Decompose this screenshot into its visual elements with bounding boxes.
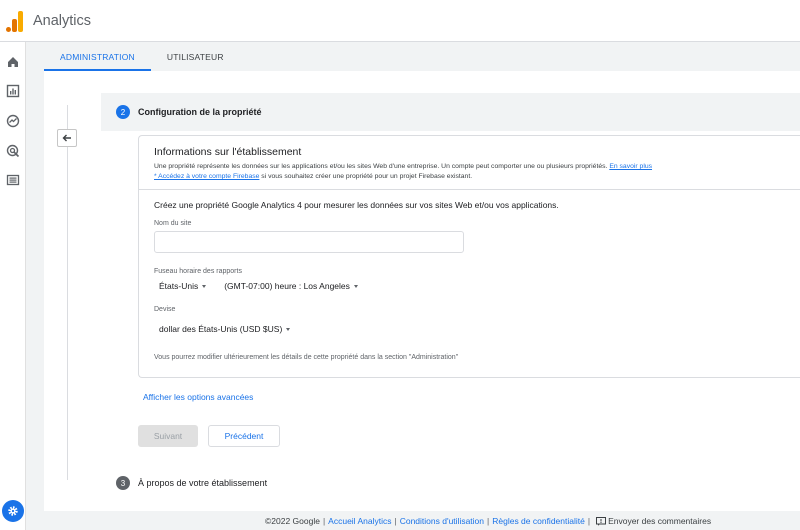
step-title: À propos de votre établissement [138,478,268,488]
stepper-line [67,105,68,480]
settings-button[interactable] [2,500,24,522]
tab-bar: ADMINISTRATION UTILISATEUR [44,42,800,71]
footer-home-link[interactable]: Accueil Analytics [328,516,391,526]
currency-dropdown[interactable]: dollar des États-Unis (USD $US) [159,324,291,334]
footer-privacy-link[interactable]: Règles de confidentialité [492,516,585,526]
tab-utilisateur[interactable]: UTILISATEUR [151,42,240,71]
feedback-link[interactable]: Envoyer des commentaires [608,516,711,526]
timezone-row: États-Unis (GMT-07:00) heure : Los Angel… [159,281,786,291]
copyright: ©2022 Google [265,516,320,526]
step-3-header: 3 À propos de votre établissement [101,473,267,493]
back-button[interactable] [57,129,77,147]
site-name-label: Nom du site [154,220,192,227]
previous-button[interactable]: Précédent [208,425,280,447]
footer: ©2022 Google | Accueil Analytics | Condi… [265,516,712,526]
property-form: Créez une propriété Google Analytics 4 p… [139,190,800,361]
card-description: Une propriété représente les données sur… [154,163,653,180]
tab-administration[interactable]: ADMINISTRATION [44,42,151,71]
home-icon[interactable] [5,54,21,70]
firebase-link[interactable]: * Accédez à votre compte Firebase [154,173,259,180]
main-panel: 2 Configuration de la propriété Informat… [44,71,800,511]
caret-down-icon [202,284,207,288]
step-title: Configuration de la propriété [138,107,262,117]
country-dropdown[interactable]: États-Unis [159,281,207,291]
gear-icon [8,506,18,516]
business-info-section: Informations sur l'établissement Une pro… [139,136,800,190]
footer-terms-link[interactable]: Conditions d'utilisation [400,516,484,526]
admin-note: Vous pourrez modifier ultérieurement les… [154,354,459,361]
site-name-input[interactable] [154,231,464,253]
timezone-dropdown[interactable]: (GMT-07:00) heure : Los Angeles [224,281,358,291]
step-2-header: 2 Configuration de la propriété [101,93,800,131]
reports-icon[interactable] [5,83,21,99]
currency-row: dollar des États-Unis (USD $US) [159,319,786,337]
explore-icon[interactable] [5,113,21,129]
card-heading: Informations sur l'établissement [154,146,302,158]
create-property-text: Créez une propriété Google Analytics 4 p… [154,200,559,210]
top-bar: Analytics [0,0,800,42]
app-title: Analytics [33,12,92,29]
step-number: 3 [116,476,130,490]
advanced-options-link[interactable]: Afficher les options avancées [143,392,253,402]
caret-down-icon [353,284,358,288]
currency-label: Devise [154,306,176,313]
timezone-label: Fuseau horaire des rapports [154,268,242,275]
step-number: 2 [116,105,130,119]
advertising-icon[interactable] [5,143,21,159]
arrow-left-icon [62,134,71,142]
next-button[interactable]: Suivant [138,425,198,447]
feedback-icon [596,516,607,526]
caret-down-icon [286,327,291,331]
configure-icon[interactable] [5,172,21,188]
left-nav [0,42,26,530]
property-setup-card: Informations sur l'établissement Une pro… [138,135,800,378]
learn-more-link[interactable]: En savoir plus [609,163,652,170]
analytics-logo-icon [6,10,24,32]
